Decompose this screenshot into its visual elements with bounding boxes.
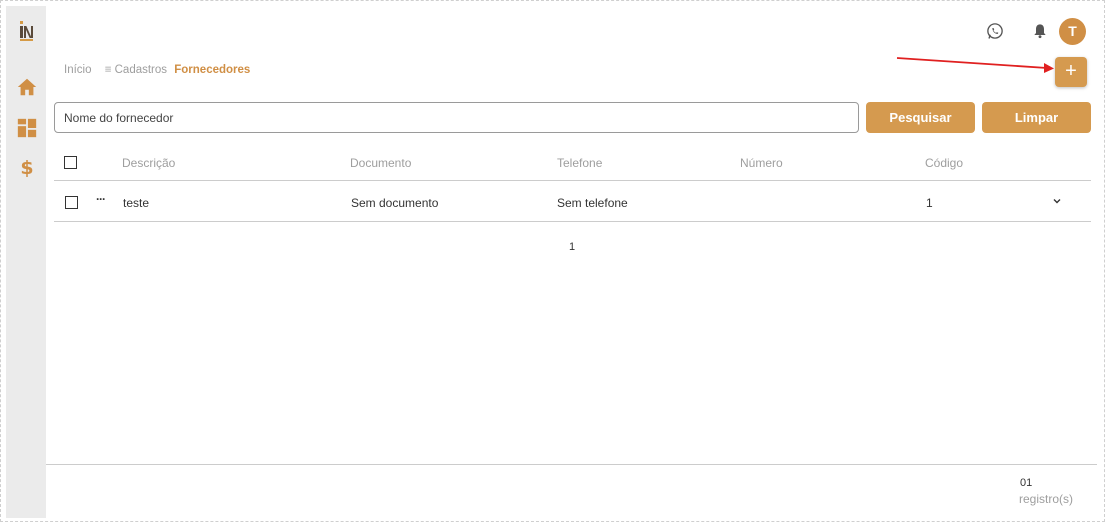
supplier-name-search-input[interactable] (54, 102, 859, 133)
breadcrumb-current: Fornecedores (174, 64, 251, 76)
clear-button[interactable]: Limpar (982, 102, 1091, 133)
cell-codigo: 1 (926, 196, 933, 210)
add-supplier-button[interactable]: + (1055, 57, 1087, 87)
search-button[interactable]: Pesquisar (866, 102, 975, 133)
avatar[interactable]: T (1059, 18, 1086, 45)
chevron-down-icon[interactable] (1052, 196, 1062, 206)
sidebar: $ (6, 6, 46, 518)
bell-icon[interactable] (1032, 22, 1048, 40)
home-icon[interactable] (16, 76, 38, 98)
logo (20, 20, 34, 42)
suppliers-table: Descrição Documento Telefone Número Códi… (54, 145, 1091, 222)
record-count: 01 (1020, 477, 1033, 489)
table-row[interactable]: ··· teste Sem documento Sem telefone 1 (54, 145, 1091, 222)
row-checkbox[interactable] (65, 196, 78, 209)
footer (46, 464, 1097, 518)
breadcrumb-parent[interactable]: Cadastros (115, 64, 167, 76)
page-frame (0, 0, 1105, 522)
breadcrumb: Início ≡ Cadastros Fornecedores (64, 64, 250, 76)
pagination-page[interactable]: 1 (569, 241, 575, 253)
breadcrumb-menu-icon: ≡ (104, 64, 112, 76)
cell-telefone: Sem telefone (557, 196, 628, 210)
row-actions-menu[interactable]: ··· (96, 192, 106, 206)
whatsapp-icon[interactable] (986, 22, 1004, 40)
record-count-label: registro(s) (1019, 492, 1074, 506)
annotation-arrow (896, 57, 1054, 73)
cell-documento: Sem documento (351, 196, 439, 210)
dashboard-icon[interactable] (16, 117, 38, 139)
breadcrumb-home[interactable]: Início (64, 64, 92, 76)
dollar-icon[interactable]: $ (16, 157, 38, 179)
cell-descricao: teste (123, 196, 150, 210)
